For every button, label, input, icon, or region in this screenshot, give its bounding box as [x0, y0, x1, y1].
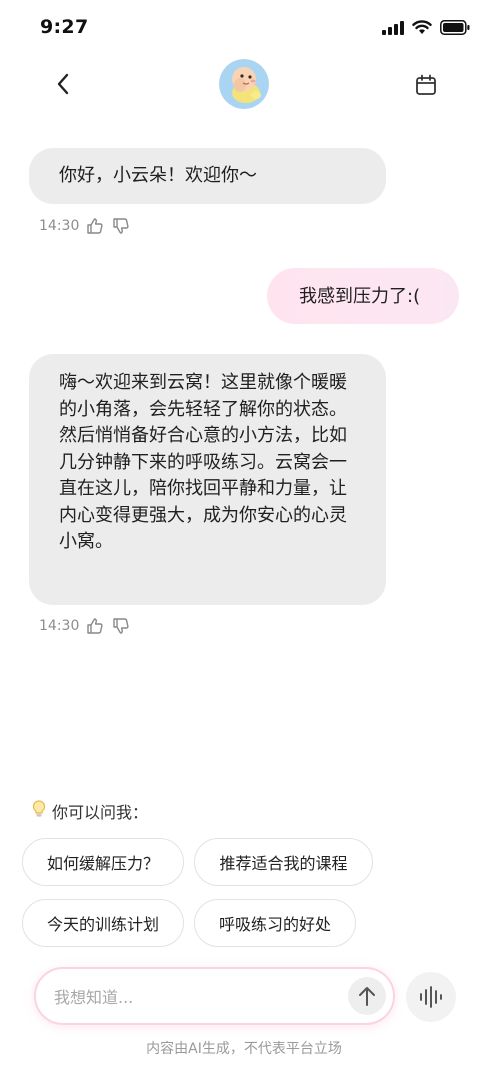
message-input-container: [34, 967, 395, 1025]
message-meta: 14:30: [39, 216, 131, 236]
lightbulb-icon: [32, 800, 46, 822]
avatar[interactable]: [219, 59, 269, 109]
back-button[interactable]: [46, 66, 80, 102]
status-time: 9:27: [40, 16, 89, 38]
status-bar: 9:27: [0, 0, 488, 56]
thumbs-down-icon[interactable]: [111, 216, 131, 236]
message-text: 你好，小云朵！欢迎你～: [59, 165, 257, 186]
suggestion-chip[interactable]: 推荐适合我的课程: [194, 838, 373, 886]
thumbs-up-icon[interactable]: [85, 216, 105, 236]
thumbs-down-icon[interactable]: [111, 616, 131, 636]
baby-avatar-icon: [219, 59, 269, 109]
signal-icon: [382, 20, 404, 39]
send-button[interactable]: [348, 977, 386, 1015]
chevron-left-icon: [57, 73, 69, 95]
sound-wave-icon: [420, 986, 442, 1008]
suggestions-header: 你可以问我：: [32, 799, 148, 823]
voice-button[interactable]: [406, 972, 456, 1022]
arrow-up-icon: [359, 987, 375, 1006]
message-text: 嗨～欢迎来到云窝！这里就像个暖暖的小角落，会先轻轻了解你的状态。然后悄悄备好合心…: [59, 372, 347, 552]
battery-icon: [440, 20, 470, 39]
suggestion-chip[interactable]: 呼吸练习的好处: [194, 899, 356, 947]
message-input[interactable]: [52, 981, 326, 1013]
assistant-message: 你好，小云朵！欢迎你～: [29, 148, 386, 204]
calendar-icon: [416, 74, 436, 95]
suggestions-title: 你可以问我：: [52, 803, 149, 822]
ai-disclaimer: 内容由AI生成，不代表平台立场: [146, 1041, 342, 1057]
suggestion-chip[interactable]: 今天的训练计划: [22, 899, 184, 947]
wifi-icon: [412, 20, 432, 39]
suggestion-chip[interactable]: 如何缓解压力？: [22, 838, 184, 886]
thumbs-up-icon[interactable]: [85, 616, 105, 636]
message-text: 我感到压力了:(: [299, 286, 421, 307]
user-message: 我感到压力了:(: [267, 268, 459, 324]
message-meta: 14:30: [39, 616, 131, 636]
assistant-message: 嗨～欢迎来到云窝！这里就像个暖暖的小角落，会先轻轻了解你的状态。然后悄悄备好合心…: [29, 354, 386, 605]
message-time: 14:30: [39, 618, 80, 634]
status-icons: [382, 20, 470, 39]
calendar-button[interactable]: [409, 68, 443, 102]
message-time: 14:30: [39, 218, 80, 234]
